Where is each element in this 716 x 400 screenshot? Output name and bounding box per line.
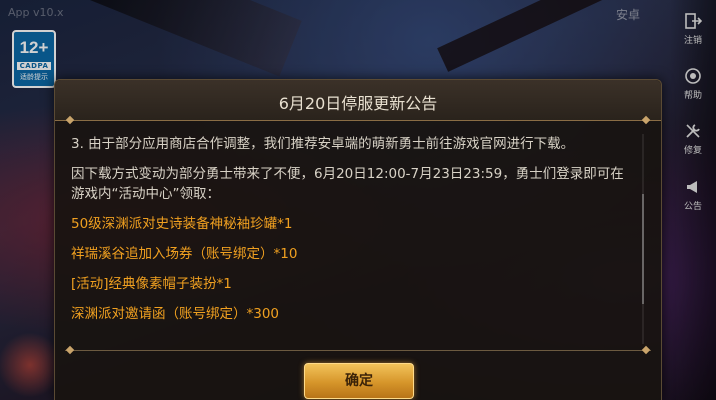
confirm-button[interactable]: 确定 [304,363,414,399]
divider [65,350,651,351]
announcement-dialog: 6月20日停服更新公告 3. 由于部分应用商店合作调整，我们推荐安卓端的萌新勇士… [54,79,662,400]
reward-item: 祥瑞溪谷追加入场券（账号绑定）*10 [71,246,298,262]
ornament [641,115,651,125]
dialog-header: 6月20日停服更新公告 [55,80,661,125]
notice-paragraph: 因下载方式变动为部分勇士带来了不便，6月20日12:00-7月23日23:59，… [71,166,624,202]
reward-item: 深渊派对邀请函（账号绑定）*300 [71,306,280,322]
dialog-body[interactable]: 3. 由于部分应用商店合作调整，我们推荐安卓端的萌新勇士前往游戏官网进行下载。 … [71,134,631,348]
reward-item: [活动]经典像素帽子装扮*1 [71,276,232,292]
scrollbar-thumb[interactable] [642,194,644,304]
ornament [65,115,75,125]
dialog-title: 6月20日停服更新公告 [278,94,438,113]
ornament [641,345,651,355]
notice-paragraph: 3. 由于部分应用商店合作调整，我们推荐安卓端的萌新勇士前往游戏官网进行下载。 [71,136,575,152]
scrollbar[interactable] [642,134,644,344]
game-screen: App v10.x 12+ CADPA 适龄提示 安卓 注销 帮助 修复 公告 … [0,0,716,400]
reward-item: 50级深渊派对史诗装备神秘袖珍罐*1 [71,216,293,232]
